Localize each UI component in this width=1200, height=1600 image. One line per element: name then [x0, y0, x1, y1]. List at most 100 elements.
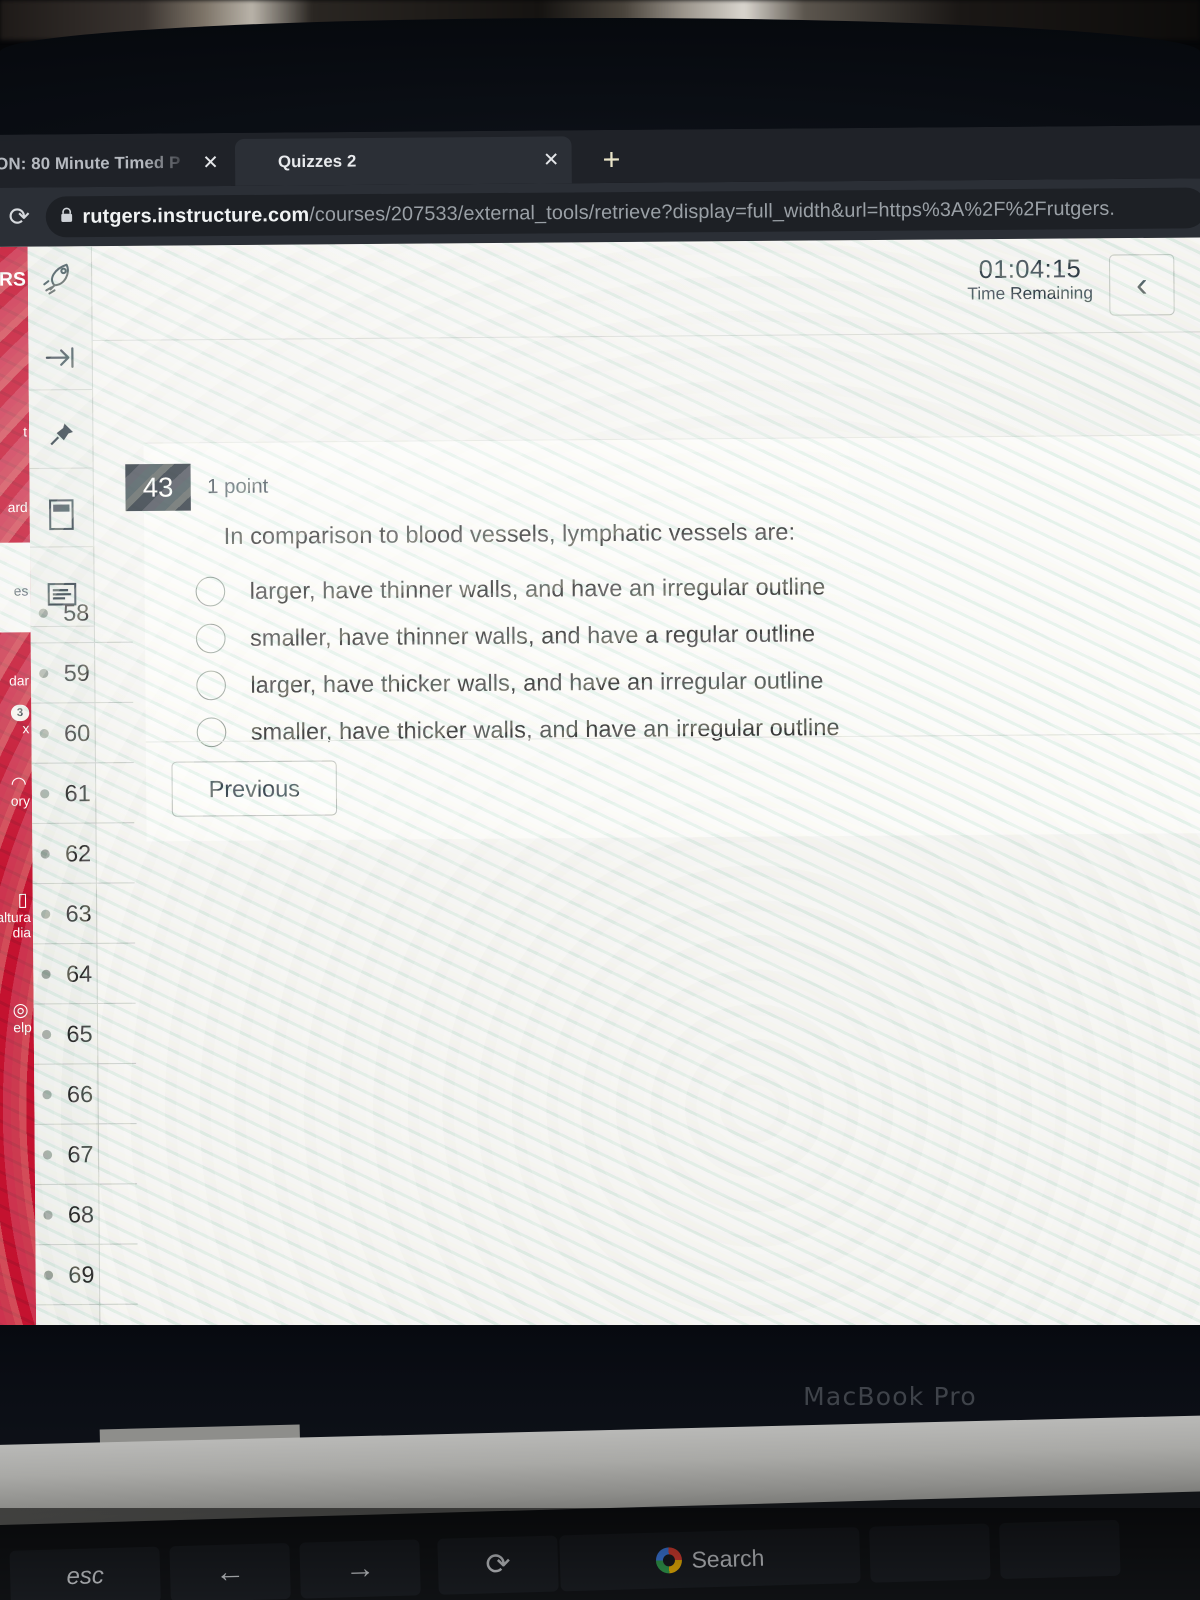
quiz-header: 01:04:15 Time Remaining ‹	[90, 237, 1200, 342]
answer-label: larger, have thinner walls, and have an …	[249, 572, 826, 604]
question-list-item[interactable]: 66	[34, 1063, 137, 1125]
unanswered-dot-icon	[39, 668, 49, 679]
key-back[interactable]: ←	[169, 1542, 291, 1600]
key-esc[interactable]: esc	[9, 1546, 161, 1600]
sidebar-item-label: t	[23, 424, 28, 440]
inbox-badge: 3	[10, 704, 30, 722]
question-number: 60	[64, 718, 91, 746]
key-extra-2[interactable]	[999, 1519, 1121, 1580]
laptop-screen: UTION: 80 Minute Timed P ✕ Quizzes 2 ✕ +…	[0, 125, 1200, 1359]
time-remaining-label: Time Remaining	[967, 283, 1094, 304]
question-list-item[interactable]: 64	[33, 943, 136, 1005]
question-number: 69	[68, 1260, 95, 1288]
answer-option[interactable]: larger, have thicker walls, and have an …	[196, 654, 1114, 708]
address-bar-text: rutgers.instructure.com/courses/207533/e…	[82, 197, 1115, 229]
page-viewport: RS t ard es dar 3 x ◠ ory ▯ altura dia ◎…	[0, 237, 1200, 1359]
radio-button[interactable]	[196, 669, 227, 700]
address-bar[interactable]: rutgers.instructure.com/courses/207533/e…	[45, 187, 1200, 238]
quiz-timer: 01:04:15 Time Remaining	[967, 255, 1093, 305]
sidebar-item-inbox[interactable]: 3 x	[0, 704, 32, 737]
sidebar-item-dashboard[interactable]: ard	[0, 500, 30, 516]
question-list-item[interactable]: 65	[33, 1003, 137, 1065]
question-list-item[interactable]: 61	[31, 763, 135, 825]
sidebar-item-label: ard	[7, 499, 28, 516]
answer-option[interactable]: larger, have thinner walls, and have an …	[195, 561, 1113, 615]
question-prompt: In comparison to blood vessels, lymphati…	[223, 518, 796, 550]
sidebar-item-help[interactable]: ◎ elp	[0, 999, 34, 1035]
question-list-item[interactable]: 58	[30, 582, 133, 644]
answer-option[interactable]: smaller, have thinner walls, and have a …	[195, 607, 1114, 661]
previous-button[interactable]: Previous	[171, 760, 338, 817]
collapse-panel-button[interactable]: ‹	[1108, 254, 1175, 316]
url-domain: rutgers.instructure.com	[82, 203, 310, 228]
new-tab-button[interactable]: +	[596, 143, 627, 177]
radio-button[interactable]	[196, 716, 227, 747]
answer-label: larger, have thicker walls, and have an …	[250, 666, 824, 698]
screen-bezel-top	[0, 18, 1200, 138]
laptop-model-label: MacBook Pro	[803, 1382, 977, 1411]
question-card: 43 1 point In comparison to blood vessel…	[125, 434, 1200, 842]
answer-label: smaller, have thinner walls, and have a …	[249, 619, 816, 651]
unanswered-dot-icon	[42, 1090, 52, 1100]
rocket-icon[interactable]	[28, 246, 92, 310]
question-number: 64	[65, 959, 93, 987]
question-list-item[interactable]: 67	[34, 1124, 138, 1186]
question-number: 62	[64, 839, 92, 867]
help-icon: ◎	[12, 999, 29, 1021]
jump-to-end-icon[interactable]	[28, 325, 93, 391]
browser-tab-inactive[interactable]: UTION: 80 Minute Timed P ✕	[0, 139, 232, 189]
unanswered-dot-icon	[41, 909, 51, 919]
unanswered-dot-icon	[41, 969, 51, 979]
url-path: /courses/207533/external_tools/retrieve?…	[309, 196, 1116, 226]
close-icon[interactable]: ✕	[202, 152, 219, 174]
sidebar-item-history[interactable]: ◠ ory	[0, 773, 32, 809]
sidebar-item-courses[interactable]: es	[0, 583, 30, 599]
answer-option[interactable]: smaller, have thicker walls, and have an…	[196, 701, 1115, 755]
key-forward[interactable]: →	[299, 1539, 421, 1599]
question-number: 68	[67, 1200, 95, 1228]
sidebar-item-calendar[interactable]: dar	[0, 673, 31, 689]
browser-tab-active[interactable]: Quizzes 2 ✕	[234, 136, 572, 186]
radio-button[interactable]	[195, 576, 226, 606]
canvas-logo-icon	[247, 151, 269, 173]
radio-button[interactable]	[195, 623, 226, 653]
key-reload[interactable]: ⟳	[437, 1535, 559, 1595]
close-icon[interactable]: ✕	[543, 149, 560, 171]
unanswered-dot-icon	[43, 1270, 54, 1280]
question-number-list: 58 59 60 61 62 63 64 65 66 67 68 69	[30, 582, 139, 1359]
answer-options: larger, have thinner walls, and have an …	[195, 561, 1114, 756]
key-extra-1[interactable]	[869, 1523, 991, 1583]
question-number: 67	[67, 1140, 94, 1167]
unanswered-dot-icon	[40, 849, 50, 859]
canvas-brand[interactable]: RS	[0, 269, 28, 292]
pin-icon[interactable]	[28, 404, 93, 470]
browser-tab-strip: UTION: 80 Minute Timed P ✕ Quizzes 2 ✕ +	[0, 125, 1200, 189]
time-remaining-value: 01:04:15	[978, 254, 1082, 285]
sidebar-item-kaltura[interactable]: ▯ altura dia	[0, 889, 33, 940]
browser-omnibox-row: ⟳ rutgers.instructure.com/courses/207533…	[0, 178, 1200, 248]
question-number: 58	[63, 598, 90, 626]
question-number: 59	[63, 658, 90, 686]
question-list-item[interactable]: 63	[32, 883, 136, 945]
question-number-badge: 43	[125, 463, 191, 512]
sidebar-item-label: ory	[10, 793, 31, 809]
question-list-item[interactable]: 60	[31, 702, 134, 764]
sidebar-item-account[interactable]: t	[0, 424, 29, 440]
key-search[interactable]: Search	[559, 1527, 861, 1592]
question-header: 43 1 point	[125, 463, 269, 512]
unanswered-dot-icon	[41, 1029, 52, 1040]
question-list-item[interactable]: 68	[35, 1184, 138, 1246]
calculator-icon[interactable]	[29, 482, 94, 548]
key-search-label: Search	[691, 1544, 765, 1573]
question-points: 1 point	[206, 474, 269, 498]
question-list-item[interactable]: 59	[30, 642, 134, 704]
reload-icon[interactable]: ⟳	[0, 202, 42, 231]
question-number: 65	[66, 1019, 93, 1047]
question-list-item[interactable]: 62	[32, 823, 135, 885]
question-list-item[interactable]: 69	[35, 1244, 138, 1306]
unanswered-dot-icon	[39, 729, 49, 739]
sidebar-item-label: es	[13, 583, 29, 599]
laptop-photo: UTION: 80 Minute Timed P ✕ Quizzes 2 ✕ +…	[0, 0, 1200, 1600]
google-icon	[655, 1547, 682, 1574]
history-icon: ◠	[10, 773, 27, 794]
